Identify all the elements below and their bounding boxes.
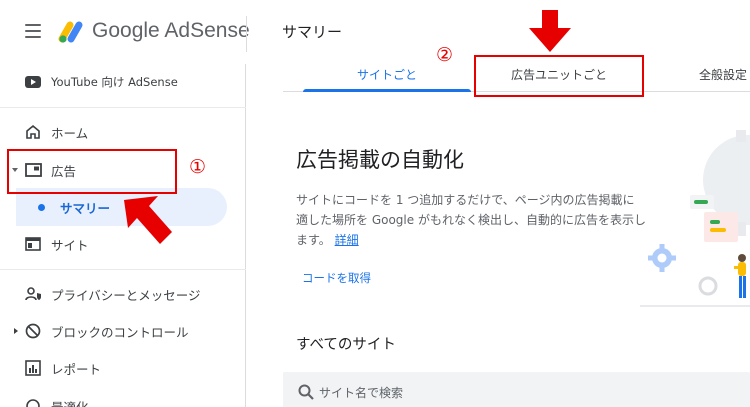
- sidebar-item-label: サマリー: [60, 201, 111, 216]
- sidebar-item-label: 最適化: [51, 399, 89, 407]
- sidebar-item-optimization[interactable]: 最適化: [0, 388, 246, 407]
- site-search-input[interactable]: サイト名で検索: [283, 372, 750, 407]
- sidebar-item-label: ホーム: [51, 125, 89, 141]
- sidebar-item-home[interactable]: ホーム: [0, 114, 246, 150]
- sidebar-item-label: プライバシーとメッセージ: [51, 287, 201, 303]
- get-code-link[interactable]: コードを取得: [302, 270, 371, 286]
- block-icon: [24, 322, 42, 340]
- home-icon: [24, 123, 42, 141]
- search-placeholder: サイト名で検索: [319, 386, 404, 400]
- auto-ads-description: サイトにコードを 1 つ追加するだけで、ページ内の広告掲載に適した場所を Goo…: [296, 193, 646, 247]
- header-divider: [246, 16, 247, 52]
- sidebar-item-label: サイト: [51, 237, 89, 253]
- sites-icon: [24, 235, 42, 253]
- sidebar-item-label: ブロックのコントロール: [51, 324, 189, 340]
- learn-more-link[interactable]: 詳細: [335, 233, 359, 247]
- sidebar-divider: [0, 269, 246, 270]
- all-sites-heading: すべてのサイト: [296, 337, 396, 353]
- search-icon: [298, 384, 314, 400]
- brand-name: Google AdSense: [92, 19, 250, 42]
- annotation-box-ads: [7, 149, 177, 194]
- sidebar-item-blocking[interactable]: ブロックのコントロール: [0, 313, 246, 349]
- active-tab-indicator: [303, 89, 471, 92]
- main-menu-icon[interactable]: [25, 24, 41, 38]
- page-title: サマリー: [282, 23, 343, 41]
- active-dot-icon: [38, 204, 45, 211]
- sidebar-item-label: YouTube 向け AdSense: [51, 75, 178, 89]
- sidebar-item-reports[interactable]: レポート: [0, 350, 246, 386]
- annotation-arrow-up-left-icon: [124, 196, 172, 244]
- annotation-box-ad-unit-tab: [474, 55, 644, 97]
- annotation-marker-2: ②: [436, 44, 454, 66]
- expand-caret-icon: [14, 328, 18, 334]
- optimization-icon: [24, 397, 42, 407]
- sidebar-divider: [0, 107, 246, 108]
- tab-general-settings[interactable]: 全般設定: [663, 56, 750, 92]
- annotation-arrow-down-icon: [529, 10, 571, 52]
- sidebar-item-privacy[interactable]: プライバシーとメッセージ: [0, 276, 246, 312]
- sidebar-item-youtube[interactable]: YouTube 向け AdSense: [0, 64, 246, 100]
- sidebar-item-label: レポート: [51, 361, 102, 377]
- reports-icon: [24, 359, 42, 377]
- adsense-logo: [58, 21, 83, 43]
- annotation-marker-1: ①: [189, 156, 207, 178]
- youtube-icon: [24, 73, 42, 91]
- auto-ads-heading: 広告掲載の自動化: [296, 148, 464, 172]
- auto-ads-illustration: [640, 130, 750, 307]
- privacy-user-icon: [24, 285, 42, 303]
